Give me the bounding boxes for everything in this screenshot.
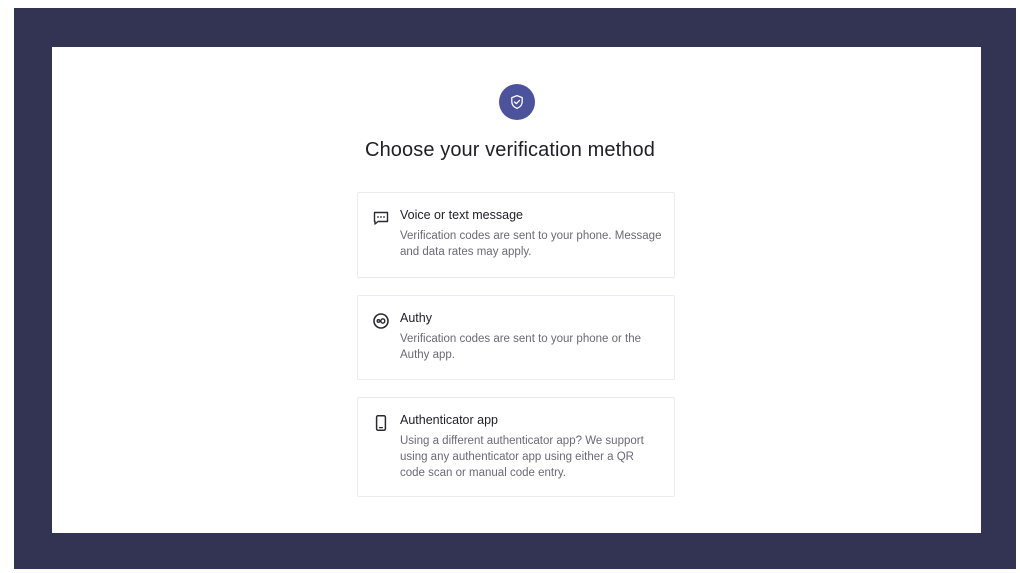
option-description: Using a different authenticator app? We …	[400, 435, 644, 479]
message-icon	[372, 209, 390, 227]
option-name: Authy	[400, 311, 432, 325]
option-description: Verification codes are sent to your phon…	[400, 230, 662, 258]
smartphone-icon	[372, 414, 390, 432]
option-voice-or-text-message[interactable]: Voice or text message Verification codes…	[357, 192, 675, 278]
option-description: Verification codes are sent to your phon…	[400, 333, 642, 361]
shield-check-icon	[509, 94, 525, 110]
option-name: Authenticator app	[400, 413, 498, 427]
option-authy[interactable]: Authy Verification codes are sent to you…	[357, 295, 675, 380]
shield-badge	[499, 84, 535, 120]
option-authenticator-app[interactable]: Authenticator app Using a different auth…	[357, 397, 675, 497]
option-name: Voice or text message	[400, 208, 523, 222]
authy-icon	[372, 312, 390, 330]
page-title: Choose your verification method	[365, 139, 655, 161]
